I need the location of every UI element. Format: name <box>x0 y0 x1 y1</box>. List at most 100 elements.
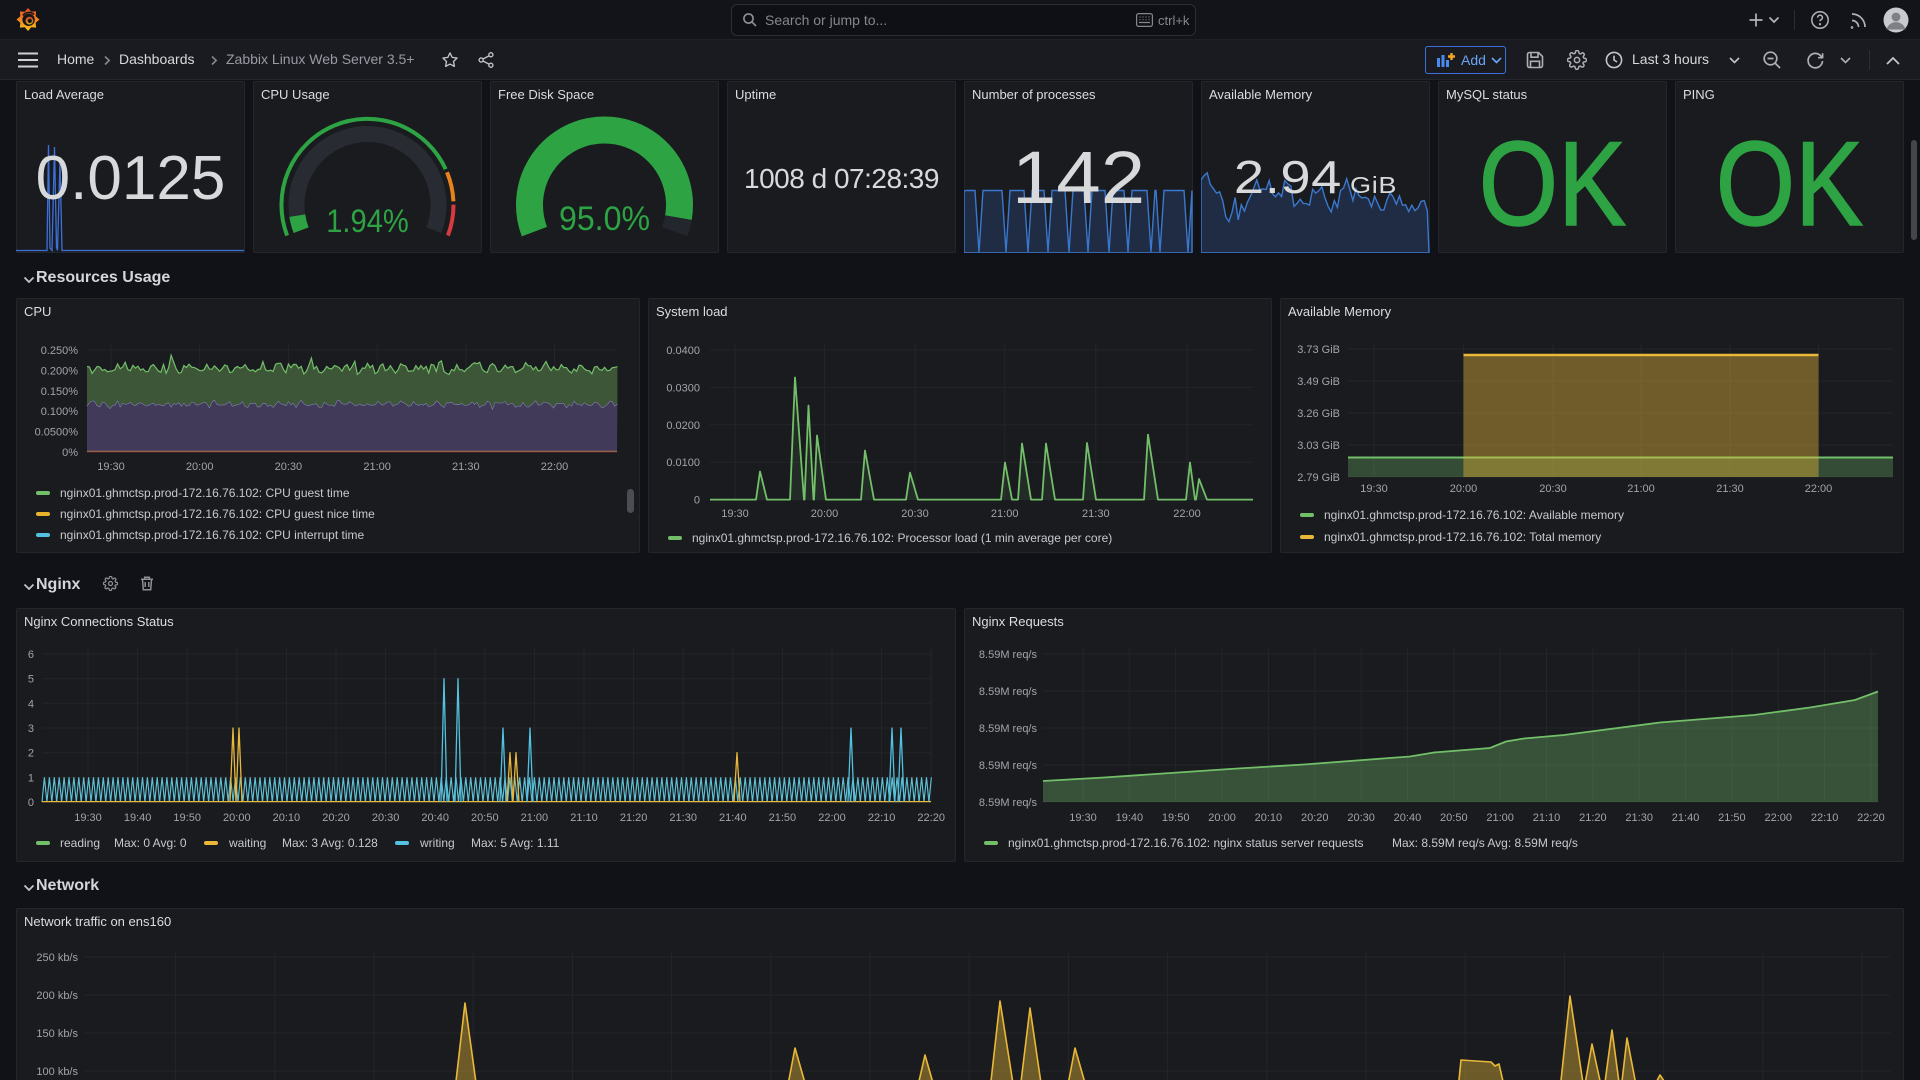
svg-text:21:00: 21:00 <box>1627 483 1655 495</box>
svg-text:0.0300: 0.0300 <box>666 382 700 394</box>
svg-text:21:00: 21:00 <box>991 508 1019 520</box>
svg-text:21:00: 21:00 <box>1486 812 1514 824</box>
svg-text:5: 5 <box>28 674 34 686</box>
svg-text:6: 6 <box>28 649 34 661</box>
svg-text:21:50: 21:50 <box>1718 812 1746 824</box>
svg-text:20:50: 20:50 <box>1440 812 1468 824</box>
svg-text:19:40: 19:40 <box>124 812 152 824</box>
svg-text:21:20: 21:20 <box>1579 812 1607 824</box>
svg-text:20:20: 20:20 <box>322 812 350 824</box>
svg-text:19:30: 19:30 <box>1069 812 1097 824</box>
svg-text:22:20: 22:20 <box>1857 812 1885 824</box>
svg-text:21:30: 21:30 <box>669 812 697 824</box>
svg-text:19:30: 19:30 <box>74 812 102 824</box>
svg-text:Max: 5 Avg: 1.11: Max: 5 Avg: 1.11 <box>471 836 560 850</box>
svg-text:3.03 GiB: 3.03 GiB <box>1297 440 1340 452</box>
svg-text:21:40: 21:40 <box>1672 812 1700 824</box>
svg-text:4: 4 <box>28 698 34 710</box>
svg-text:22:10: 22:10 <box>1811 812 1839 824</box>
svg-text:nginx01.ghmctsp.prod-172.16.76: nginx01.ghmctsp.prod-172.16.76.102: CPU … <box>60 528 364 542</box>
svg-text:8.59M req/s: 8.59M req/s <box>979 723 1038 735</box>
svg-text:nginx01.ghmctsp.prod-172.16.76: nginx01.ghmctsp.prod-172.16.76.102: Tota… <box>1324 530 1601 544</box>
svg-text:19:30: 19:30 <box>1360 483 1388 495</box>
svg-text:20:00: 20:00 <box>1450 483 1478 495</box>
svg-text:19:50: 19:50 <box>173 812 201 824</box>
svg-text:0.150%: 0.150% <box>41 386 79 398</box>
svg-text:1: 1 <box>28 772 34 784</box>
svg-text:writing: writing <box>419 836 455 850</box>
svg-text:20:40: 20:40 <box>421 812 449 824</box>
svg-text:20:00: 20:00 <box>186 461 214 473</box>
svg-text:21:00: 21:00 <box>521 812 549 824</box>
svg-text:21:00: 21:00 <box>363 461 391 473</box>
svg-text:20:30: 20:30 <box>275 461 303 473</box>
svg-text:19:40: 19:40 <box>1116 812 1144 824</box>
svg-text:8.59M req/s: 8.59M req/s <box>979 649 1038 661</box>
svg-text:20:40: 20:40 <box>1394 812 1422 824</box>
svg-text:21:30: 21:30 <box>452 461 480 473</box>
svg-text:20:50: 20:50 <box>471 812 499 824</box>
svg-text:nginx01.ghmctsp.prod-172.16.76: nginx01.ghmctsp.prod-172.16.76.102: CPU … <box>60 507 375 521</box>
svg-text:0.0500%: 0.0500% <box>35 427 79 439</box>
svg-text:20:30: 20:30 <box>372 812 400 824</box>
svg-text:8.59M req/s: 8.59M req/s <box>979 686 1038 698</box>
svg-text:22:00: 22:00 <box>1173 508 1201 520</box>
svg-text:0.0100: 0.0100 <box>666 457 700 469</box>
svg-text:19:30: 19:30 <box>97 461 125 473</box>
svg-text:20:30: 20:30 <box>1539 483 1567 495</box>
svg-text:22:00: 22:00 <box>818 812 846 824</box>
svg-text:19:30: 19:30 <box>721 508 749 520</box>
svg-text:20:30: 20:30 <box>901 508 929 520</box>
svg-text:8.59M req/s: 8.59M req/s <box>979 797 1038 809</box>
svg-text:3.49 GiB: 3.49 GiB <box>1297 376 1340 388</box>
svg-text:nginx01.ghmctsp.prod-172.16.76: nginx01.ghmctsp.prod-172.16.76.102: CPU … <box>60 486 350 500</box>
svg-text:nginx01.ghmctsp.prod-172.16.76: nginx01.ghmctsp.prod-172.16.76.102: ngin… <box>1008 836 1364 850</box>
svg-text:21:30: 21:30 <box>1082 508 1110 520</box>
svg-text:Max: 3 Avg: 0.128: Max: 3 Avg: 0.128 <box>282 836 378 850</box>
svg-text:20:10: 20:10 <box>1255 812 1283 824</box>
svg-text:Max: 0 Avg: 0: Max: 0 Avg: 0 <box>114 836 187 850</box>
svg-text:2.79 GiB: 2.79 GiB <box>1297 472 1340 484</box>
svg-text:nginx01.ghmctsp.prod-172.16.76: nginx01.ghmctsp.prod-172.16.76.102: Avai… <box>1324 508 1624 522</box>
svg-text:22:10: 22:10 <box>868 812 896 824</box>
svg-text:0.250%: 0.250% <box>41 345 79 357</box>
svg-text:3.26 GiB: 3.26 GiB <box>1297 408 1340 420</box>
svg-text:20:00: 20:00 <box>811 508 839 520</box>
svg-text:250 kb/s: 250 kb/s <box>36 952 78 964</box>
svg-text:0.100%: 0.100% <box>41 406 79 418</box>
svg-text:20:00: 20:00 <box>1208 812 1236 824</box>
svg-text:150 kb/s: 150 kb/s <box>36 1028 78 1040</box>
svg-text:22:20: 22:20 <box>917 812 945 824</box>
svg-text:0%: 0% <box>62 447 78 459</box>
svg-text:0: 0 <box>694 495 700 507</box>
svg-text:3: 3 <box>28 723 34 735</box>
svg-text:19:50: 19:50 <box>1162 812 1190 824</box>
svg-text:20:10: 20:10 <box>273 812 301 824</box>
svg-text:22:00: 22:00 <box>541 461 569 473</box>
svg-text:8.59M req/s: 8.59M req/s <box>979 760 1038 772</box>
svg-text:3.73 GiB: 3.73 GiB <box>1297 344 1340 356</box>
svg-text:21:10: 21:10 <box>1533 812 1561 824</box>
svg-text:0.0200: 0.0200 <box>666 420 700 432</box>
svg-text:21:50: 21:50 <box>769 812 797 824</box>
svg-text:200 kb/s: 200 kb/s <box>36 990 78 1002</box>
svg-text:20:30: 20:30 <box>1347 812 1375 824</box>
svg-text:21:30: 21:30 <box>1716 483 1744 495</box>
svg-text:20:20: 20:20 <box>1301 812 1329 824</box>
svg-text:waiting: waiting <box>228 836 266 850</box>
svg-text:0: 0 <box>28 797 34 809</box>
svg-text:21:20: 21:20 <box>620 812 648 824</box>
svg-text:Max: 8.59M req/s Avg: 8.59M r: Max: 8.59M req/s Avg: 8.59M req/s <box>1392 836 1578 850</box>
svg-text:0.0400: 0.0400 <box>666 345 700 357</box>
svg-text:22:00: 22:00 <box>1764 812 1792 824</box>
svg-text:21:10: 21:10 <box>570 812 598 824</box>
svg-text:21:30: 21:30 <box>1625 812 1653 824</box>
svg-text:22:00: 22:00 <box>1805 483 1833 495</box>
svg-text:21:40: 21:40 <box>719 812 747 824</box>
svg-text:100 kb/s: 100 kb/s <box>36 1066 78 1078</box>
svg-text:2: 2 <box>28 748 34 760</box>
svg-text:0.200%: 0.200% <box>41 366 79 378</box>
svg-text:20:00: 20:00 <box>223 812 251 824</box>
svg-text:nginx01.ghmctsp.prod-172.16.76: nginx01.ghmctsp.prod-172.16.76.102: Proc… <box>692 531 1112 545</box>
svg-text:reading: reading <box>60 836 100 850</box>
